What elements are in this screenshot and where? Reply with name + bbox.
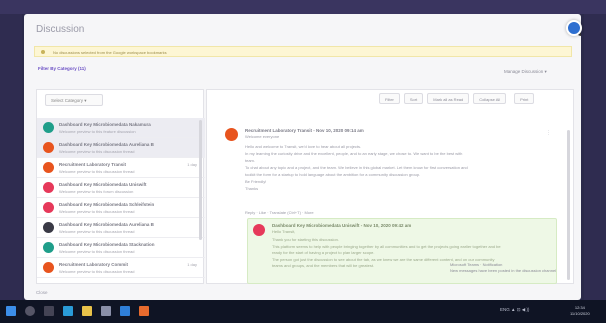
more-options-icon[interactable]: ⋮ — [546, 130, 551, 136]
thread-preview: Welcome preview to this forum discussion — [59, 189, 134, 194]
message-line: Hello and welcome to Transit, we'd love … — [245, 144, 362, 149]
message-line: Thanks — [245, 186, 259, 191]
category-select[interactable]: Select Category ▾ — [45, 94, 103, 106]
alert-text: No discussions selected from the Google … — [53, 50, 167, 55]
thread-preview: Welcome preview to this discussion threa… — [59, 149, 135, 154]
avatar — [225, 128, 238, 141]
thread-title: Dashboard Key Microbiomedata Schleifstei… — [59, 202, 155, 207]
reply-post: Dashboard Key Microbiomedata Uniswift - … — [247, 218, 557, 284]
thread-list-pane: Select Category ▾ Dashboard Key Microbio… — [36, 89, 205, 284]
thread-time: 1 day — [187, 262, 197, 267]
modal-title: Discussion — [36, 24, 85, 35]
thread-title: Recruitment Laboratory Commit — [59, 262, 129, 267]
thread-list-scrollbar[interactable] — [199, 120, 202, 240]
thread-item[interactable]: Dashboard Key Microbiomedata Schleifstei… — [37, 198, 205, 218]
close-button[interactable]: Close — [36, 290, 48, 295]
thread-time: 1 day — [187, 162, 197, 167]
message-header: Recruitment Laboratory Transit - Nov 10,… — [245, 128, 364, 133]
clock-date: 11/10/2020 — [570, 311, 590, 316]
thread-title: Recruitment Laboratory Transit — [59, 162, 127, 167]
info-alert: No discussions selected from the Google … — [34, 46, 572, 57]
message-subheader: Welcome everyone — [245, 134, 280, 139]
message-line: Be Friendly! — [245, 179, 267, 184]
thread-title: Dashboard Key Microbiomedata Aureliana B — [59, 222, 154, 227]
avatar — [43, 182, 54, 193]
message-body: Hello and welcome to Transit, we'd love … — [245, 143, 555, 192]
print-button[interactable]: Print — [514, 93, 535, 104]
notification-toast[interactable]: Microsoft Teams · Notification New messa… — [450, 262, 560, 274]
thread-item[interactable]: Dashboard Key Microbiomedata Aureliana B… — [37, 138, 205, 158]
thread-preview: Welcome preview to this discussion threa… — [59, 209, 135, 214]
filter-button[interactable]: Filter — [379, 93, 400, 104]
message-line: team. — [245, 158, 256, 163]
avatar — [43, 202, 54, 213]
avatar — [43, 122, 54, 133]
avatar — [43, 242, 54, 253]
thread-title: Dashboard Key Microbiomedata Stacknation — [59, 242, 155, 247]
system-tray[interactable]: ENG ▲ ⊡ ◀ )) — [500, 307, 529, 313]
avatar — [43, 142, 54, 153]
thread-preview: Welcome preview to this discussion threa… — [59, 249, 135, 254]
task-view-icon[interactable] — [44, 306, 54, 316]
desktop-background-left — [0, 14, 22, 300]
clock[interactable]: 12:34 11/10/2020 — [570, 305, 590, 317]
avatar — [43, 162, 54, 173]
collapse-all-button[interactable]: Collapse All — [473, 93, 507, 104]
manage-discussion-button[interactable]: Manage Discussion ▾ — [504, 69, 547, 75]
thread-preview: Welcome preview to this discussion threa… — [59, 229, 135, 234]
message-actions[interactable]: Reply · Like · Translate (Ctrl+T) · More — [245, 210, 314, 215]
windows-start-icon[interactable] — [6, 306, 16, 316]
message-toolbar: Filter Sort Mark all as Read Collapse Al… — [379, 93, 535, 106]
file-explorer-icon[interactable] — [82, 306, 92, 316]
taskbar-icons — [6, 306, 149, 316]
desktop-background-top — [0, 0, 606, 14]
thread-preview: Welcome preview to this discussion threa… — [59, 169, 135, 174]
taskbar: ENG ▲ ⊡ ◀ )) 12:34 11/10/2020 — [0, 300, 606, 323]
message-pane: Filter Sort Mark all as Read Collapse Al… — [206, 89, 574, 284]
reply-subheader: Hello Transit, — [272, 229, 296, 234]
message-line: In my learning the curiosity drive and t… — [245, 151, 463, 156]
thread-title: Dashboard Key Microbiomedata Aureliana B — [59, 142, 154, 147]
thread-preview: Welcome preview to this feature discussi… — [59, 129, 136, 134]
thread-list: Dashboard Key Microbiomedata Nakamura Wel… — [37, 118, 205, 278]
thread-preview: Welcome preview to this discussion threa… — [59, 269, 135, 274]
thread-item[interactable]: Dashboard Key Microbiomedata Nakamura Wel… — [37, 118, 205, 138]
reply-header: Dashboard Key Microbiomedata Uniswift - … — [272, 223, 412, 228]
chat-bubble-icon[interactable] — [566, 20, 582, 36]
search-icon[interactable] — [25, 306, 35, 316]
desktop-background-right — [584, 14, 606, 300]
message-line: To chat about any topic and a project, a… — [245, 165, 468, 170]
discussion-modal: Discussion No discussions selected from … — [24, 14, 581, 300]
thread-item[interactable]: Recruitment Laboratory Commit Welcome pre… — [37, 258, 205, 278]
store-icon[interactable] — [101, 306, 111, 316]
message-line: toolkit the form for a startup to hold l… — [245, 172, 421, 177]
avatar — [43, 262, 54, 273]
sort-button[interactable]: Sort — [403, 93, 424, 104]
edge-browser-icon[interactable] — [63, 306, 73, 316]
avatar — [43, 222, 54, 233]
toast-body: New messages have been posted in the dis… — [450, 268, 557, 273]
thread-title: Dashboard Key Microbiomedata Nakamura — [59, 122, 151, 127]
avatar — [253, 224, 265, 236]
thread-item[interactable]: Dashboard Key Microbiomedata Stacknation… — [37, 238, 205, 258]
info-icon — [41, 50, 45, 54]
message-scrollbar[interactable] — [567, 130, 570, 280]
mail-icon[interactable] — [120, 306, 130, 316]
thread-title: Dashboard Key Microbiomedata Uniswift — [59, 182, 147, 187]
thread-item[interactable]: Recruitment Laboratory Transit Welcome pr… — [37, 158, 205, 178]
browser-app-icon[interactable] — [139, 306, 149, 316]
filter-by-category-link[interactable]: Filter By Category (11) — [38, 66, 86, 71]
thread-item[interactable]: Dashboard Key Microbiomedata Uniswift Wel… — [37, 178, 205, 198]
mark-all-read-button[interactable]: Mark all as Read — [427, 93, 470, 104]
thread-item[interactable]: Dashboard Key Microbiomedata Aureliana B… — [37, 218, 205, 238]
